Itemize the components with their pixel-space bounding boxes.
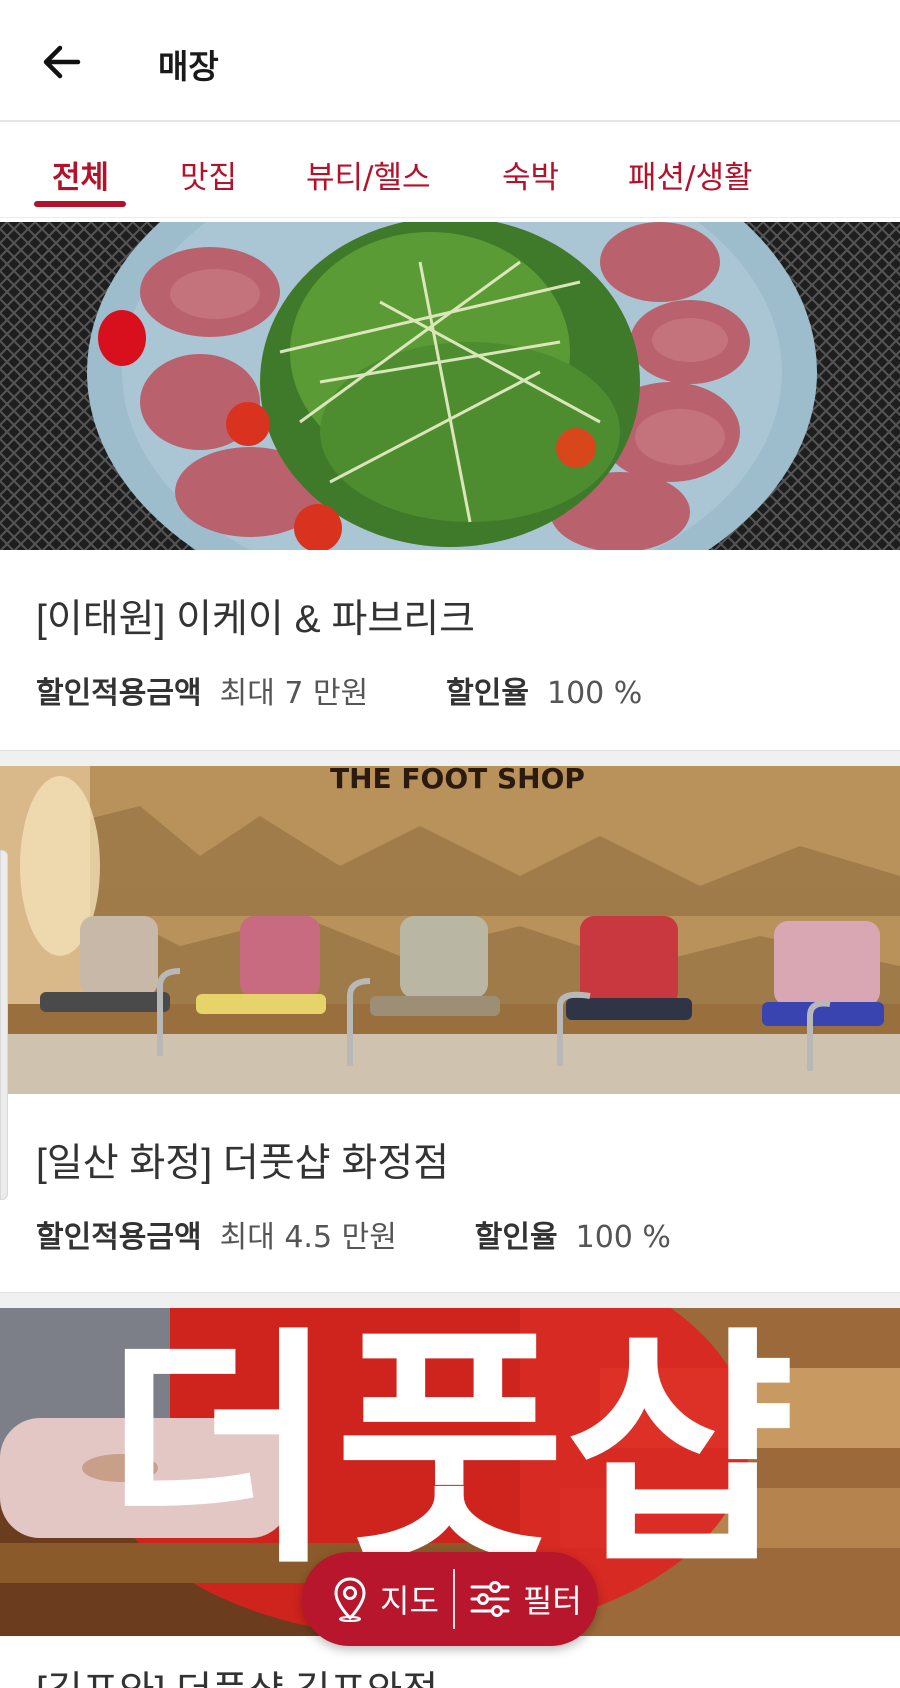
map-filter-floating-button: 지도 필터 xyxy=(302,1552,598,1646)
active-tab-indicator xyxy=(34,201,126,207)
store-image-foot-shop: THE FOOT SHOP xyxy=(0,766,900,1094)
tab-fashion-living[interactable]: 패션/생활 xyxy=(628,152,753,197)
store-name: [일산 화정] 더풋샵 화정점 xyxy=(36,1142,449,1185)
store-name: [이태원] 이케이 & 파브리크 xyxy=(36,598,475,641)
filter-button[interactable]: 필터 xyxy=(469,1552,582,1646)
map-pin-icon xyxy=(334,1577,366,1622)
discount-amount-value: 최대 7 만원 xyxy=(219,676,369,711)
filter-label: 필터 xyxy=(522,1582,582,1620)
card-divider xyxy=(0,750,900,766)
store-card[interactable]: [이태원] 이케이 & 파브리크 할인적용금액 최대 7 만원 할인율 100 … xyxy=(0,222,900,750)
button-separator xyxy=(452,1569,455,1629)
side-drawer-handle[interactable] xyxy=(0,850,8,1200)
arrow-left-icon xyxy=(43,45,81,79)
foot-shop-sign-text: THE FOOT SHOP xyxy=(330,766,585,795)
discount-amount-label: 할인적용금액 xyxy=(36,1220,202,1255)
sliders-icon xyxy=(470,1581,510,1617)
store-name: [김포와] 더풋샵 김포와점 xyxy=(36,1660,438,1688)
store-discount-info: 할인적용금액 최대 4.5 만원 할인율 100 % xyxy=(36,1212,671,1256)
card-divider xyxy=(0,1292,900,1308)
discount-rate-value: 100 % xyxy=(575,1220,671,1255)
tab-beauty-health[interactable]: 뷰티/헬스 xyxy=(306,152,431,197)
store-card[interactable]: THE FOOT SHOP [일산 화정] 더풋샵 화정점 할인적용금액 최대 … xyxy=(0,766,900,1292)
category-tabs: 전체 맛집 뷰티/헬스 숙박 패션/생활 xyxy=(0,122,900,218)
discount-amount-value: 최대 4.5 만원 xyxy=(219,1220,397,1255)
map-button[interactable]: 지도 xyxy=(302,1552,439,1646)
tab-restaurants[interactable]: 맛집 xyxy=(180,152,237,197)
store-discount-info: 할인적용금액 최대 7 만원 할인율 100 % xyxy=(36,668,642,712)
discount-rate-label: 할인율 xyxy=(446,676,529,711)
discount-amount-label: 할인적용금액 xyxy=(36,676,202,711)
discount-rate-value: 100 % xyxy=(546,676,643,711)
store-image-salad xyxy=(0,222,900,550)
discount-rate-label: 할인율 xyxy=(474,1220,558,1255)
tab-lodging[interactable]: 숙박 xyxy=(502,152,559,197)
app-header: 매장 xyxy=(0,0,900,122)
page-title: 매장 xyxy=(158,47,219,86)
tab-all[interactable]: 전체 xyxy=(52,152,109,197)
back-button[interactable] xyxy=(38,38,86,86)
map-label: 지도 xyxy=(380,1582,439,1620)
